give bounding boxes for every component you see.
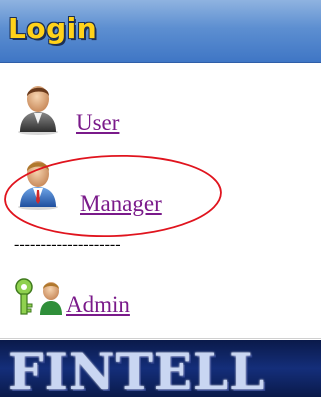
user-avatar-icon[interactable]	[16, 80, 60, 136]
manager-link[interactable]: Manager	[80, 191, 162, 217]
login-title: Login	[8, 12, 98, 45]
admin-link[interactable]: Admin	[66, 292, 130, 318]
login-panel: Login User Manager -------------------- …	[0, 0, 321, 397]
content-bottom-border	[0, 338, 321, 339]
banner-logo-text: FINTELL	[8, 342, 266, 397]
menu-divider: --------------------	[14, 236, 121, 253]
admin-keys-icon[interactable]	[12, 277, 66, 317]
manager-avatar-icon[interactable]	[16, 155, 60, 211]
user-link[interactable]: User	[76, 110, 119, 136]
login-header: Login	[0, 0, 321, 63]
fintell-banner: FINTELL	[0, 340, 321, 397]
